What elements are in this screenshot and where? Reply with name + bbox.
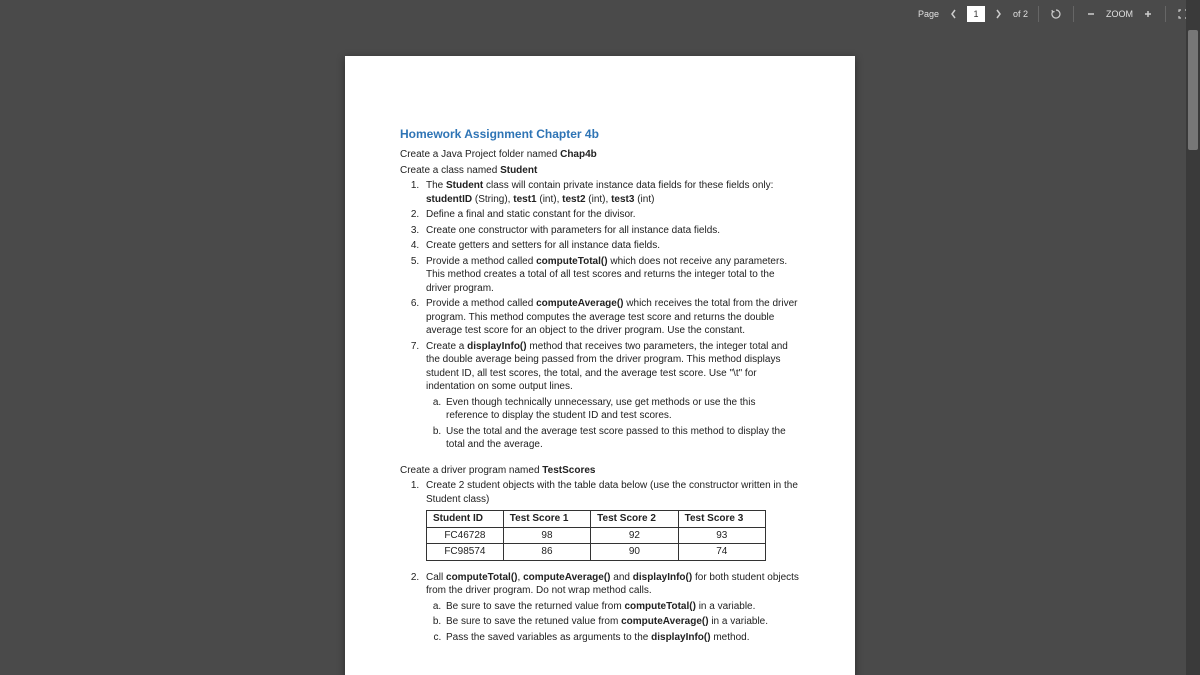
table-header: Test Score 3 xyxy=(678,511,765,528)
ordered-sublist: Even though technically unnecessary, use… xyxy=(444,396,800,452)
table-header-row: Student ID Test Score 1 Test Score 2 Tes… xyxy=(427,511,766,528)
paragraph: Create a Java Project folder named Chap4… xyxy=(400,148,800,162)
table-header: Test Score 1 xyxy=(503,511,590,528)
scrollbar-thumb[interactable] xyxy=(1188,30,1198,150)
list-item: Create getters and setters for all insta… xyxy=(422,239,800,253)
table-header: Student ID xyxy=(427,511,504,528)
vertical-scrollbar[interactable] xyxy=(1186,0,1200,675)
list-item: Provide a method called computeAverage()… xyxy=(422,297,800,338)
list-item: Pass the saved variables as arguments to… xyxy=(444,631,800,645)
table-header: Test Score 2 xyxy=(591,511,678,528)
document-viewport: Homework Assignment Chapter 4b Create a … xyxy=(0,0,1200,675)
list-item: Create 2 student objects with the table … xyxy=(422,479,800,561)
list-item: Even though technically unnecessary, use… xyxy=(444,396,800,423)
paragraph: Create a class named Student xyxy=(400,164,800,178)
list-item: The Student class will contain private i… xyxy=(422,179,800,206)
list-item: Create a displayInfo() method that recei… xyxy=(422,340,800,452)
ordered-list: The Student class will contain private i… xyxy=(422,179,800,452)
list-item: Use the total and the average test score… xyxy=(444,425,800,452)
ordered-list: Create 2 student objects with the table … xyxy=(422,479,800,644)
document-page: Homework Assignment Chapter 4b Create a … xyxy=(345,56,855,675)
table-row: FC98574 86 90 74 xyxy=(427,544,766,561)
table-row: FC46728 98 92 93 xyxy=(427,527,766,544)
document-title: Homework Assignment Chapter 4b xyxy=(400,126,800,142)
list-item: Be sure to save the returned value from … xyxy=(444,600,800,614)
list-item: Provide a method called computeTotal() w… xyxy=(422,255,800,296)
list-item: Call computeTotal(), computeAverage() an… xyxy=(422,571,800,645)
list-item: Create one constructor with parameters f… xyxy=(422,224,800,238)
list-item: Define a final and static constant for t… xyxy=(422,208,800,222)
ordered-sublist: Be sure to save the returned value from … xyxy=(444,600,800,645)
list-item: Be sure to save the retuned value from c… xyxy=(444,615,800,629)
data-table: Student ID Test Score 1 Test Score 2 Tes… xyxy=(426,510,766,561)
paragraph: Create a driver program named TestScores xyxy=(400,464,800,478)
